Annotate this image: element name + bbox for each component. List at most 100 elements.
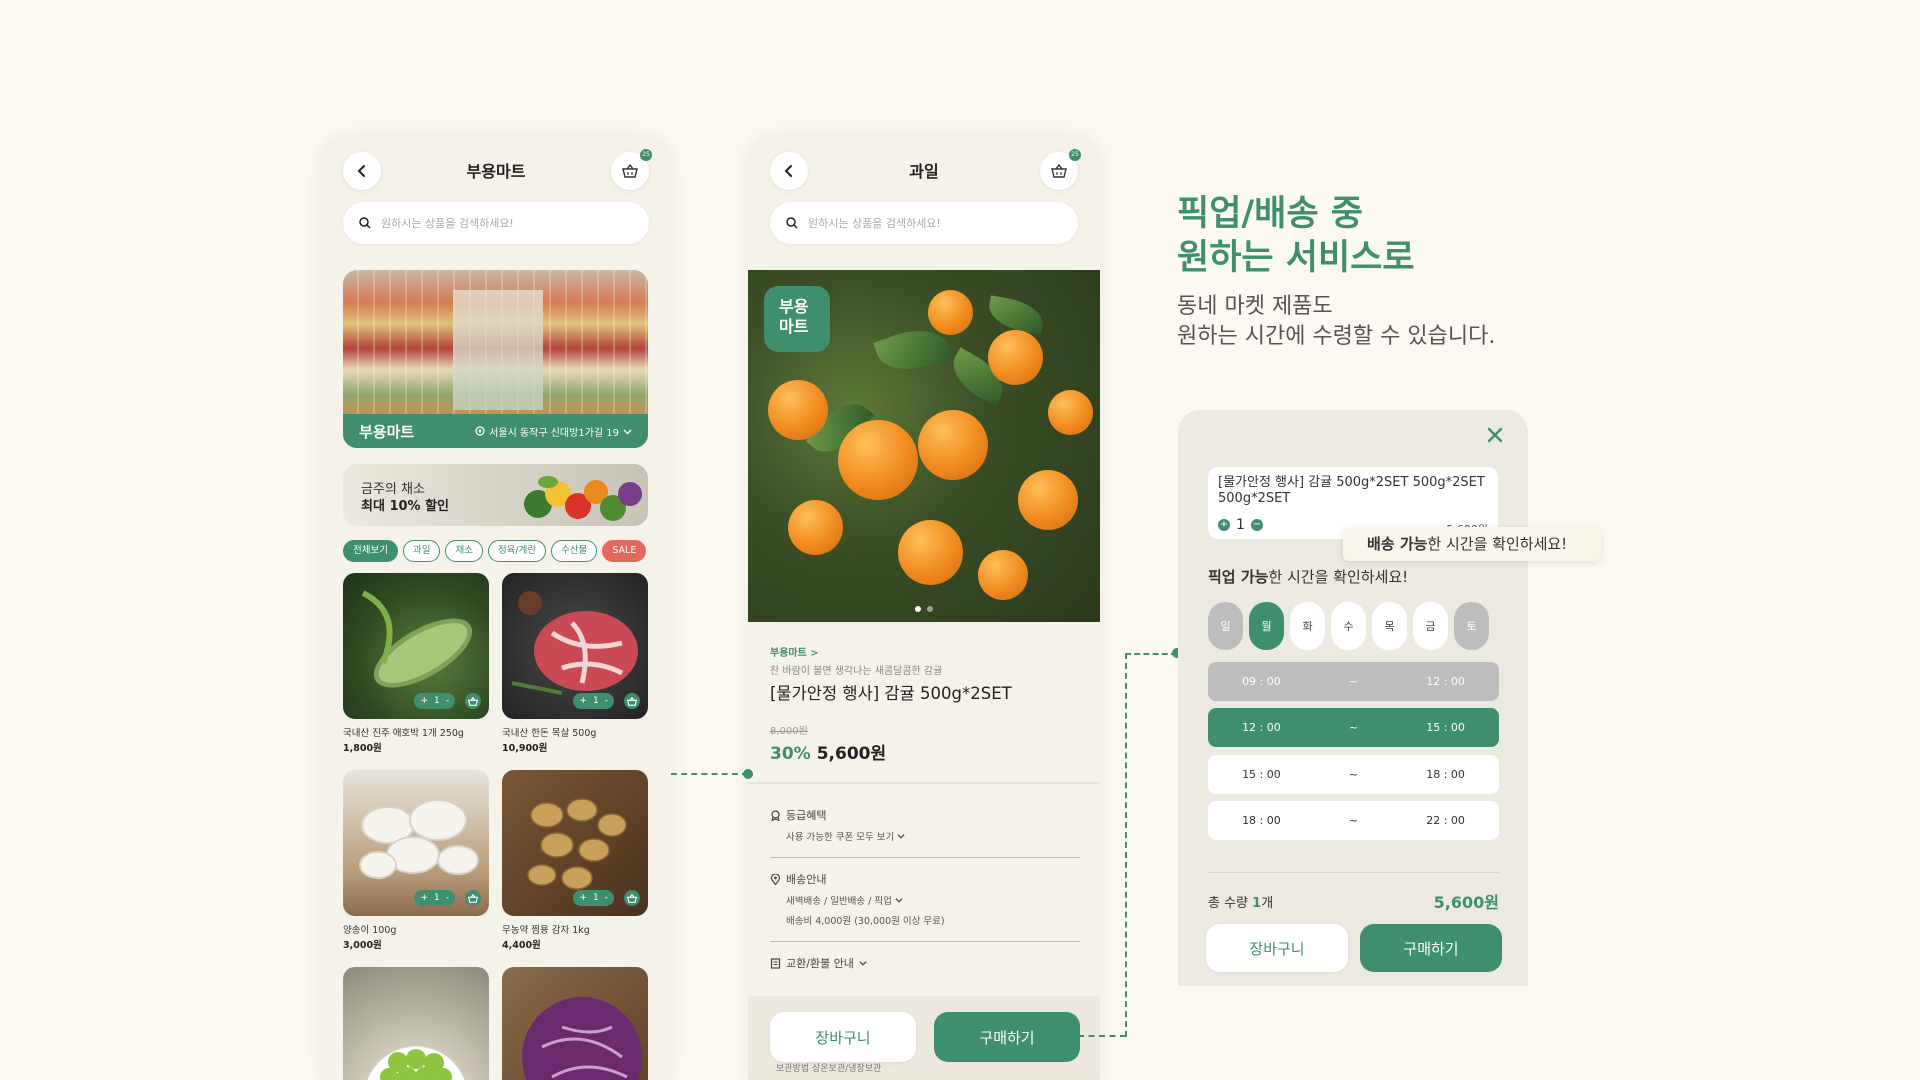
add-to-cart-button[interactable] [465,890,481,906]
subheadline: 동네 마켓 제품도 원하는 시간에 수령할 수 있습니다. [1177,292,1495,352]
option-quantity-stepper[interactable]: + 1 − [1218,517,1263,533]
subheadline-line2: 원하는 시간에 수령할 수 있습니다. [1177,324,1496,349]
search-input[interactable] [808,216,1038,230]
plus-icon[interactable]: + [1218,519,1230,531]
plus-icon[interactable]: + [420,890,428,906]
time-slot[interactable]: 18 : 00 ~22 : 00 [1208,801,1499,840]
close-icon[interactable] [1484,424,1506,446]
product-info: 부용마트 > 찬 바람이 불면 생각나는 새콤달콤한 감귤 [물가안정 행사] … [770,644,1080,764]
day-monday[interactable]: 월 [1249,602,1284,650]
minus-icon[interactable]: - [605,890,608,906]
day-saturday[interactable]: 토 [1454,602,1489,650]
total-summary: 총 수량 1개 5,600원 [1208,889,1499,913]
carousel-dots[interactable] [915,606,933,612]
divider [1208,872,1499,873]
pickup-time-label: 픽업 가능한 시간을 확인하세요! [1208,568,1409,586]
product-price: 3,000원 [343,940,382,951]
grade-title: 등급혜택 [786,809,827,822]
location-pin-icon [475,426,485,436]
product-name: 국내산 한돈 목살 500g [502,728,597,739]
chip-vegetable[interactable]: 채소 [445,540,483,562]
product-card[interactable] [502,967,648,1080]
cart-button[interactable]: 25 [611,149,652,190]
quantity-stepper[interactable]: +1- [414,693,455,709]
buy-button[interactable]: 구매하기 [1360,924,1502,972]
basket-icon [627,893,637,903]
product-card[interactable]: +1- 무농약 찜용 감자 1kg 4,400원 [502,770,648,951]
chip-fruit[interactable]: 과일 [402,540,441,562]
time-slot-selected[interactable]: 12 : 00 ~15 : 00 [1208,708,1499,747]
cart-add-button[interactable]: 장바구니 [770,1012,916,1062]
cart-badge: 25 [640,149,652,161]
option-title: [물가안정 행사] 감귤 500g*2SET 500g*2SET 500g*2S… [1218,475,1485,506]
day-sunday[interactable]: 일 [1208,602,1243,650]
add-to-cart-button[interactable] [624,693,640,709]
exchange-section[interactable]: 교환/환불 안내 [770,955,1080,971]
action-buttons: 장바구니 구매하기 [770,1012,1080,1062]
product-subtitle: 찬 바람이 불면 생각나는 새콤달콤한 감귤 [770,666,943,677]
chip-meat-egg[interactable]: 정육/계란 [487,540,547,562]
promo-banner[interactable]: 금주의 채소 최대 10% 할인 [343,464,648,526]
store-address[interactable]: 서울시 동작구 신대방1가길 19 [475,424,632,439]
quantity-stepper[interactable]: +1- [414,890,455,906]
cart-badge: 25 [1069,149,1081,161]
chip-seafood[interactable]: 수산물 [551,540,598,562]
product-price: 10,900원 [502,743,548,754]
store-address-text: 서울시 동작구 신대방1가길 19 [489,427,619,439]
headline: 픽업/배송 중 원하는 서비스로 [1177,192,1415,280]
exchange-title: 교환/환불 안내 [786,957,854,970]
total-quantity: 총 수량 1개 [1208,895,1274,911]
cart-button[interactable]: 25 [1040,149,1081,190]
plus-icon[interactable]: + [420,693,428,709]
time-slot[interactable]: 15 : 00 ~18 : 00 [1208,755,1499,794]
grade-benefit-section[interactable]: 등급혜택 사용 가능한 쿠폰 모두 보기 [770,807,1080,858]
time-slot[interactable]: 09 : 00 ~12 : 00 [1208,662,1499,701]
total-price: 5,600원 [1433,893,1499,912]
quantity-stepper[interactable]: +1- [573,890,614,906]
day-selector: 일 월 화 수 목 금 토 [1208,602,1489,650]
product-card[interactable]: +1- 국내산 한돈 목살 500g 10,900원 [502,573,648,754]
minus-icon[interactable]: - [605,693,608,709]
product-price: 1,800원 [343,743,382,754]
store-banner[interactable]: 부용마트 서울시 동작구 신대방1가길 19 [343,270,648,448]
product-name: 국내산 진주 애호박 1개 250g [343,728,464,739]
product-card[interactable] [343,967,489,1080]
basket-icon [468,696,478,706]
chip-sale[interactable]: SALE [602,540,647,562]
store-info-bar: 부용마트 서울시 동작구 신대방1가길 19 [343,414,648,448]
search-bar[interactable] [770,202,1078,244]
minus-icon[interactable]: − [1250,519,1263,531]
product-image: 부용 마트 [748,270,1100,622]
delivery-section[interactable]: 배송안내 새벽배송 / 일반배송 / 픽업 배송비 4,000원 (30,000… [770,871,1080,942]
day-friday[interactable]: 금 [1413,602,1448,650]
chevron-down-icon [895,898,903,903]
product-card[interactable]: +1- 양송이 100g 3,000원 [343,770,489,951]
price-value: 5,600원 [816,744,887,764]
search-bar[interactable] [343,202,649,244]
search-input[interactable] [381,216,611,230]
chip-all[interactable]: 전체보기 [343,540,398,562]
plus-icon[interactable]: + [579,890,587,906]
sale-price: 30% 5,600원 [770,739,1080,764]
product-image: +1- [502,573,648,719]
add-to-cart-button[interactable] [465,693,481,709]
quantity-stepper[interactable]: +1- [573,693,614,709]
store-link[interactable]: 부용마트 > [770,644,1080,659]
minus-icon[interactable]: - [446,693,449,709]
chevron-down-icon [623,429,632,434]
day-thursday[interactable]: 목 [1372,602,1407,650]
grade-detail: 사용 가능한 쿠폰 모두 보기 [786,832,895,843]
plus-icon[interactable]: + [579,693,587,709]
grapes-icon [380,1049,452,1080]
delivery-tooltip: 배송 가능한 시간을 확인하세요! [1343,527,1601,561]
product-card[interactable]: +1- 국내산 진주 애호박 1개 250g 1,800원 [343,573,489,754]
day-wednesday[interactable]: 수 [1331,602,1366,650]
product-name: 양송이 100g [343,925,397,936]
search-icon [786,217,798,229]
add-to-cart-button[interactable] [624,890,640,906]
promo-discount: 최대 10% 할인 [361,499,450,514]
cart-add-button[interactable]: 장바구니 [1206,924,1348,972]
minus-icon[interactable]: - [446,890,449,906]
buy-button[interactable]: 구매하기 [934,1012,1080,1062]
day-tuesday[interactable]: 화 [1290,602,1325,650]
